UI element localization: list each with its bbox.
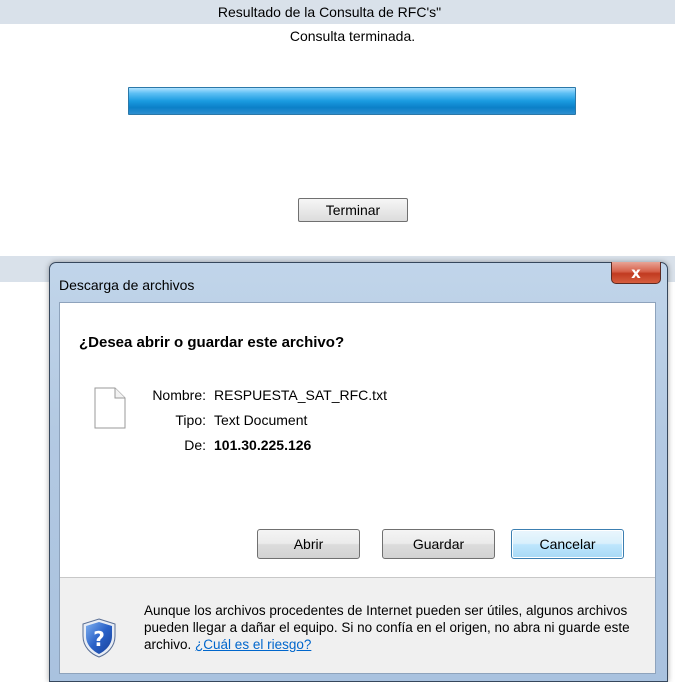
cancel-button[interactable]: Cancelar (511, 529, 624, 559)
dialog-question: ¿Desea abrir o guardar este archivo? (79, 334, 345, 351)
finish-button[interactable]: Terminar (298, 198, 408, 222)
risk-link[interactable]: ¿Cuál es el riesgo? (195, 637, 311, 652)
save-button[interactable]: Guardar (382, 529, 495, 559)
file-type-label: Tipo: (175, 412, 206, 428)
svg-text:?: ? (93, 627, 105, 651)
shield-icon: ? (82, 618, 116, 658)
status-message: Consulta terminada. (0, 26, 675, 46)
file-name-value: RESPUESTA_SAT_RFC.txt (214, 387, 387, 403)
progress-bar (128, 87, 576, 115)
file-download-dialog: Descarga de archivos x ¿Desea abrir o gu… (49, 262, 668, 682)
file-name-label: Nombre: (152, 387, 206, 403)
page-title-bar: Resultado de la Consulta de RFC's" (0, 0, 675, 24)
file-from-row: De: 101.30.225.126 (60, 437, 460, 457)
close-button[interactable]: x (611, 262, 661, 284)
progress-bar-fill (128, 87, 576, 115)
file-type-value: Text Document (214, 412, 308, 428)
warning-message: Aunque los archivos procedentes de Inter… (144, 602, 634, 653)
dialog-title: Descarga de archivos (59, 277, 195, 293)
status-text: Consulta terminada. (289, 28, 416, 44)
file-from-label: De: (184, 437, 206, 453)
warning-section: ? Aunque los archivos procedentes de Int… (60, 578, 655, 673)
close-icon: x (631, 263, 641, 282)
open-button[interactable]: Abrir (257, 529, 360, 559)
page-title: Resultado de la Consulta de RFC's" (217, 4, 442, 20)
dialog-body: ¿Desea abrir o guardar este archivo? Nom… (59, 302, 656, 674)
file-type-row: Tipo: Text Document (60, 412, 460, 432)
file-from-value: 101.30.225.126 (214, 437, 312, 453)
file-name-row: Nombre: RESPUESTA_SAT_RFC.txt (60, 387, 460, 407)
